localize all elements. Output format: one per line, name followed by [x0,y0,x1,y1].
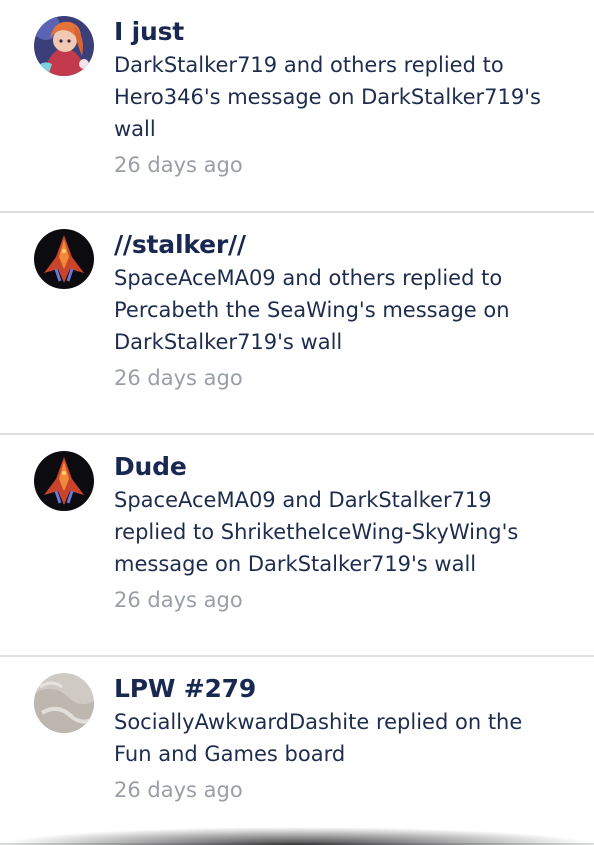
notification-message[interactable]: SpaceAceMA09 and DarkStalker719 replied … [114,484,554,580]
notification-item[interactable]: Dude SpaceAceMA09 and DarkStalker719 rep… [0,435,594,657]
notification-title[interactable]: //stalker// [114,228,554,262]
notification-item[interactable]: LPW #279 SociallyAwkwardDashite replied … [0,657,594,845]
notification-message[interactable]: SociallyAwkwardDashite replied on the Fu… [114,706,554,770]
notification-message[interactable]: DarkStalker719 and others replied to Her… [114,49,554,145]
notification-timestamp: 26 days ago [114,778,243,802]
dragon-avatar-icon [34,229,94,289]
notification-item[interactable]: //stalker// SpaceAceMA09 and others repl… [0,213,594,435]
notification-title[interactable]: I just [114,15,554,49]
notification-title[interactable]: Dude [114,450,554,484]
notification-timestamp: 26 days ago [114,153,243,177]
user-avatar[interactable] [34,229,94,289]
notification-feed: I just DarkStalker719 and others replied… [0,0,594,845]
user-avatar[interactable] [34,451,94,511]
notification-message[interactable]: SpaceAceMA09 and others replied to Perca… [114,262,554,358]
notification-timestamp: 26 days ago [114,366,243,390]
default-gray-avatar-icon [34,673,94,733]
user-avatar[interactable] [34,16,94,76]
notification-title[interactable]: LPW #279 [114,672,554,706]
user-avatar[interactable] [34,673,94,733]
dragon-avatar-icon [34,451,94,511]
notification-timestamp: 26 days ago [114,588,243,612]
anime-character-avatar-icon [34,16,94,76]
notification-item[interactable]: I just DarkStalker719 and others replied… [0,0,594,213]
